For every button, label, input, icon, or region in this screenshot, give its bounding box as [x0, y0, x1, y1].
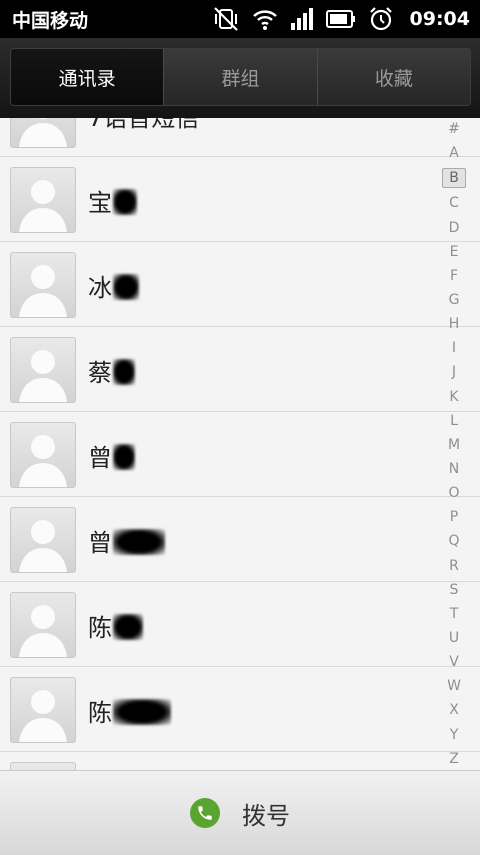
person-silhouette-icon [19, 520, 67, 572]
avatar [10, 422, 76, 488]
index-letter[interactable]: H [443, 315, 465, 333]
name-redaction [113, 699, 171, 725]
avatar [10, 592, 76, 658]
index-letter[interactable]: F [443, 267, 465, 285]
contact-name: 蔡 [88, 353, 135, 388]
contact-row[interactable] [0, 751, 480, 770]
avatar [10, 677, 76, 743]
index-letter[interactable]: Z [443, 750, 465, 768]
contact-row[interactable]: 蔡 [0, 326, 480, 411]
avatar [10, 337, 76, 403]
index-letter[interactable]: B [442, 168, 466, 189]
index-letter[interactable]: S [443, 581, 465, 599]
index-letter[interactable]: V [443, 653, 465, 671]
wifi-icon [252, 7, 278, 31]
index-letter[interactable]: P [443, 508, 465, 526]
alphabet-index[interactable]: # A B C D E F G H I J K L M N O P Q R S T U V W X Y Z [442, 120, 466, 768]
tab-favorites[interactable]: 收藏 [316, 49, 470, 105]
tab-groups[interactable]: 群组 [163, 49, 316, 105]
index-letter[interactable]: U [443, 629, 465, 647]
index-letter[interactable]: Q [443, 532, 465, 550]
signal-icon [290, 7, 314, 31]
index-letter[interactable]: K [443, 388, 465, 406]
tab-group: 通讯录 群组 收藏 [10, 48, 471, 106]
contact-row[interactable]: 陈 [0, 581, 480, 666]
tab-contacts[interactable]: 通讯录 [11, 49, 164, 105]
avatar [10, 252, 76, 318]
index-letter[interactable]: W [443, 677, 465, 695]
index-letter[interactable]: N [443, 460, 465, 478]
person-silhouette-icon [19, 180, 67, 232]
alarm-icon [368, 6, 394, 32]
contact-list[interactable]: 7语音短信 宝 冰 蔡 曾 曾 陈 陈 [0, 118, 480, 770]
contact-row[interactable]: 宝 [0, 156, 480, 241]
avatar [10, 118, 76, 148]
name-redaction [113, 274, 139, 300]
index-letter[interactable]: E [443, 243, 465, 261]
battery-icon [325, 9, 356, 29]
name-redaction [113, 189, 137, 215]
index-letter[interactable]: # [443, 120, 465, 138]
avatar [10, 167, 76, 233]
person-silhouette-icon [19, 350, 67, 402]
contact-row[interactable]: 曾 [0, 411, 480, 496]
contact-name: 曾 [88, 523, 165, 558]
name-redaction [113, 614, 143, 640]
person-silhouette-icon [19, 118, 67, 147]
index-letter[interactable]: C [443, 194, 465, 212]
person-silhouette-icon [19, 435, 67, 487]
contact-row[interactable]: 7语音短信 [0, 118, 480, 156]
contact-row[interactable]: 陈 [0, 666, 480, 751]
index-letter[interactable]: O [443, 484, 465, 502]
status-icons: 09:04 [212, 5, 470, 33]
person-silhouette-icon [19, 605, 67, 657]
avatar [10, 507, 76, 573]
contact-name: 陈 [88, 608, 143, 643]
dial-button[interactable]: 拨号 [0, 770, 480, 855]
index-letter[interactable]: X [443, 701, 465, 719]
status-bar: 中国移动 09:04 [0, 0, 480, 38]
carrier-label: 中国移动 [12, 10, 89, 32]
vibrate-off-icon [212, 6, 240, 32]
person-silhouette-icon [19, 265, 67, 317]
index-letter[interactable]: G [443, 291, 465, 309]
tab-bar: 通讯录 群组 收藏 [0, 38, 480, 118]
contact-name: 陈 [88, 693, 171, 728]
contact-name: 冰 [88, 268, 139, 303]
name-redaction [113, 359, 135, 385]
index-letter[interactable]: D [443, 219, 465, 237]
name-redaction [113, 529, 165, 555]
avatar [10, 762, 76, 770]
index-letter[interactable]: I [443, 339, 465, 357]
contact-name: 7语音短信 [88, 118, 200, 132]
index-letter[interactable]: L [443, 412, 465, 430]
contact-row[interactable]: 曾 [0, 496, 480, 581]
index-letter[interactable]: A [443, 144, 465, 162]
status-time: 09:04 [409, 8, 470, 30]
phone-icon [190, 798, 220, 828]
index-letter[interactable]: J [443, 363, 465, 381]
index-letter[interactable]: T [443, 605, 465, 623]
index-letter[interactable]: Y [443, 726, 465, 744]
person-silhouette-icon [19, 690, 67, 742]
index-letter[interactable]: M [443, 436, 465, 454]
name-redaction [113, 444, 135, 470]
contact-name: 曾 [88, 438, 135, 473]
contact-name: 宝 [88, 183, 137, 218]
dial-label: 拨号 [242, 801, 290, 830]
contact-row[interactable]: 冰 [0, 241, 480, 326]
person-silhouette-icon [11, 763, 75, 770]
index-letter[interactable]: R [443, 557, 465, 575]
